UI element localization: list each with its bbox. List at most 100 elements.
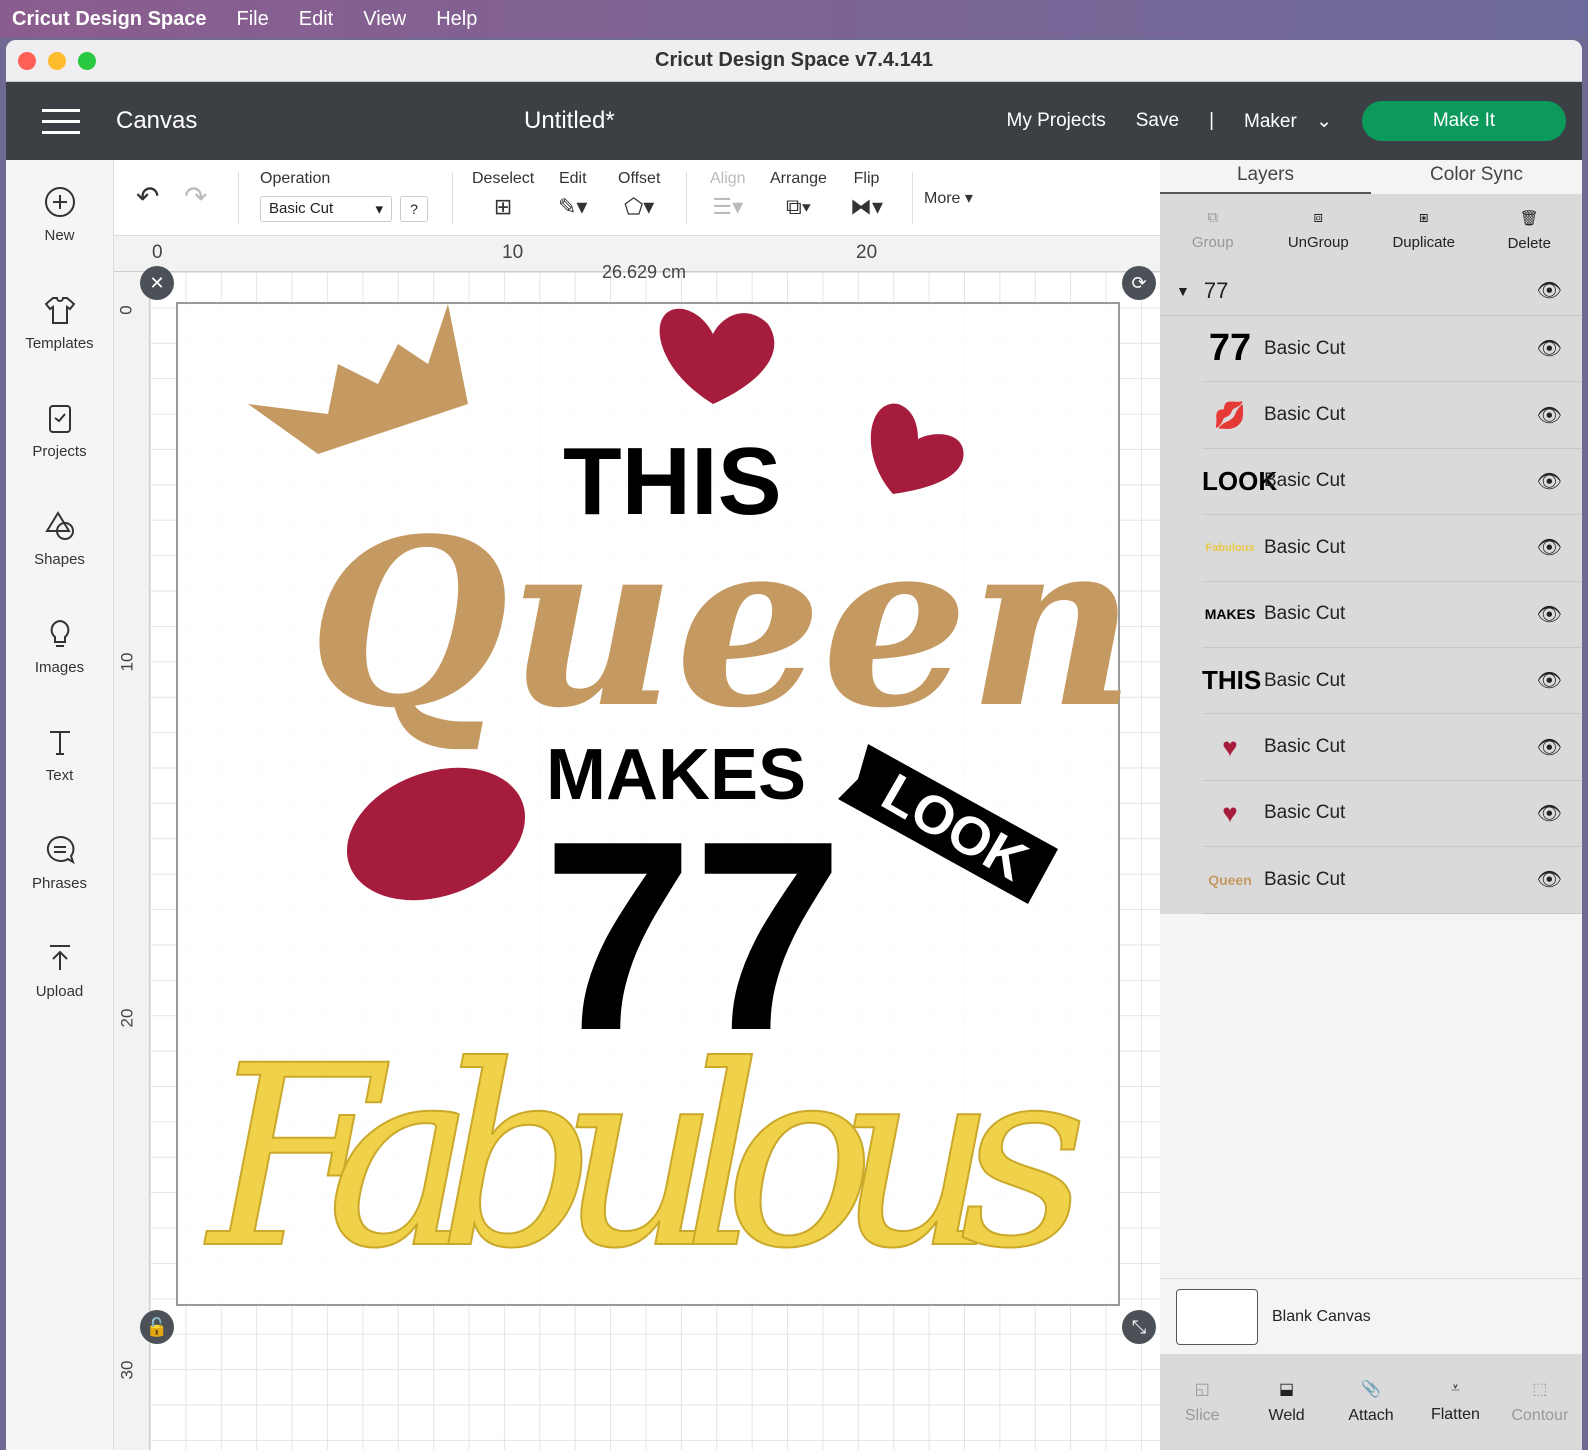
eye-icon[interactable]: 👁 bbox=[1537, 602, 1562, 627]
layer-group[interactable]: ▼ 77 👁 bbox=[1160, 266, 1582, 316]
design-text-fabulous: Fabulous bbox=[204, 1012, 1088, 1303]
attach-label: Attach bbox=[1348, 1407, 1394, 1424]
rotate-handle-icon[interactable]: ⟳ bbox=[1122, 266, 1156, 300]
ruler-tick-label: 0 bbox=[152, 242, 163, 263]
eye-icon[interactable]: 👁 bbox=[1537, 867, 1562, 892]
resize-handle-icon[interactable]: ⤡ bbox=[1122, 1310, 1156, 1344]
eye-icon[interactable]: 👁 bbox=[1537, 336, 1562, 361]
design-text-look: LOOK bbox=[872, 762, 1037, 892]
eye-icon[interactable]: 👁 bbox=[1537, 278, 1562, 303]
layer-row[interactable]: 💋 Basic Cut 👁 bbox=[1202, 382, 1582, 449]
eye-icon[interactable]: 👁 bbox=[1537, 403, 1562, 428]
chevron-down-icon: ⌄ bbox=[1316, 110, 1332, 132]
zoom-window-button[interactable] bbox=[78, 52, 96, 70]
layer-row[interactable]: 77 Basic Cut 👁 bbox=[1202, 316, 1582, 383]
header-divider: | bbox=[1209, 110, 1214, 131]
flip-button[interactable]: Flip ⧓▾ bbox=[850, 170, 883, 220]
app-header: Canvas Untitled* My Projects Save | Make… bbox=[6, 82, 1582, 160]
hamburger-menu-icon[interactable] bbox=[42, 108, 80, 134]
flip-icon: ⧓▾ bbox=[850, 194, 884, 219]
sidebar-item-new[interactable]: New bbox=[6, 160, 113, 268]
app-menu[interactable]: Cricut Design Space bbox=[12, 8, 207, 31]
delete-button[interactable]: 🗑 Delete bbox=[1477, 194, 1583, 266]
menu-help[interactable]: Help bbox=[436, 8, 477, 31]
edit-label: Edit bbox=[558, 170, 587, 187]
layer-row[interactable]: THIS Basic Cut 👁 bbox=[1202, 648, 1582, 715]
group-name: 77 bbox=[1203, 277, 1229, 303]
blank-canvas-swatch[interactable] bbox=[1176, 1288, 1258, 1345]
sidebar-item-shapes[interactable]: Shapes bbox=[6, 484, 113, 592]
deselect-button[interactable]: Deselect ⊞ bbox=[472, 170, 534, 220]
contour-icon: ⬚ bbox=[1532, 1381, 1548, 1398]
align-button[interactable]: Align ☰▾ bbox=[710, 170, 746, 220]
layer-actions: ⧉ Group ⧈ UnGroup ⧆ Duplicate 🗑 Delete bbox=[1160, 194, 1582, 266]
sidebar-item-text[interactable]: Text bbox=[6, 700, 113, 808]
design-artwork: THIS Queen MAKES LOOK 77 Fabulous bbox=[203, 304, 1135, 1304]
sidebar-item-images[interactable]: Images bbox=[6, 592, 113, 700]
close-window-button[interactable] bbox=[18, 52, 36, 70]
save-button[interactable]: Save bbox=[1136, 110, 1179, 132]
layer-thumbnail: ♥ bbox=[1222, 731, 1238, 762]
sidebar-item-templates[interactable]: Templates bbox=[6, 268, 113, 376]
redo-icon[interactable]: ↷ bbox=[184, 180, 207, 213]
selected-design[interactable]: THIS Queen MAKES LOOK 77 Fabulous bbox=[176, 302, 1135, 1306]
layers-panel: Layers Color Sync ⧉ Group ⧈ UnGroup ⧆ Dupli… bbox=[1160, 160, 1582, 1450]
eye-icon[interactable]: 👁 bbox=[1537, 735, 1562, 760]
ungroup-icon: ⧈ bbox=[1313, 209, 1324, 226]
duplicate-button[interactable]: ⧆ Duplicate bbox=[1371, 194, 1477, 266]
attach-button[interactable]: 📎 Attach bbox=[1329, 1354, 1413, 1450]
layer-row[interactable]: Queen Basic Cut 👁 bbox=[1202, 847, 1582, 914]
sidebar-item-upload[interactable]: Upload bbox=[6, 916, 113, 1024]
layer-row[interactable]: ♥ Basic Cut 👁 bbox=[1202, 781, 1582, 848]
edit-button[interactable]: Edit ✎▾ bbox=[558, 170, 587, 220]
document-title[interactable]: Untitled* bbox=[524, 107, 615, 135]
operation-select[interactable]: Basic Cut ▾ bbox=[260, 196, 392, 222]
layer-operation-label: Basic Cut bbox=[1264, 669, 1346, 691]
layer-thumbnail: MAKES bbox=[1204, 606, 1256, 623]
lips-shape bbox=[346, 767, 526, 901]
sidebar-label: Phrases bbox=[31, 874, 88, 892]
slice-button[interactable]: ◱ Slice bbox=[1160, 1354, 1244, 1450]
delete-handle-icon[interactable]: ✕ bbox=[140, 266, 174, 300]
ruler-vertical: 0 10 20 30 bbox=[114, 272, 150, 1450]
ungroup-button[interactable]: ⧈ UnGroup bbox=[1266, 194, 1372, 266]
offset-button[interactable]: Offset ⬠▾ bbox=[618, 170, 660, 220]
arrange-button[interactable]: Arrange ⧉▾ bbox=[770, 170, 827, 220]
slice-label: Slice bbox=[1184, 1407, 1220, 1424]
blank-canvas-row[interactable]: Blank Canvas bbox=[1160, 1278, 1582, 1354]
machine-select[interactable]: Maker ⌄ bbox=[1244, 110, 1332, 133]
group-icon: ⧉ bbox=[1207, 209, 1219, 226]
make-it-button[interactable]: Make It bbox=[1362, 101, 1566, 141]
more-button[interactable]: More ▾ bbox=[924, 188, 973, 208]
contour-button[interactable]: ⬚ Contour bbox=[1498, 1354, 1582, 1450]
operation-value: Basic Cut bbox=[269, 200, 334, 217]
tab-color-sync[interactable]: Color Sync bbox=[1371, 160, 1582, 194]
my-projects-link[interactable]: My Projects bbox=[1007, 110, 1106, 132]
flip-label: Flip bbox=[853, 170, 880, 187]
edit-toolbar: ↶ ↷ Operation Basic Cut ▾ ? Deselect ⊞ Edi… bbox=[114, 160, 1160, 236]
sidebar-label: New bbox=[44, 226, 75, 244]
operation-help-button[interactable]: ? bbox=[400, 196, 428, 222]
weld-button[interactable]: ⬓ Weld bbox=[1244, 1354, 1328, 1450]
eye-icon[interactable]: 👁 bbox=[1537, 535, 1562, 560]
crown-shape bbox=[248, 304, 468, 454]
flatten-button[interactable]: ⩡ Flatten bbox=[1413, 1354, 1497, 1450]
eye-icon[interactable]: 👁 bbox=[1537, 801, 1562, 826]
menu-edit[interactable]: Edit bbox=[299, 8, 333, 31]
menu-view[interactable]: View bbox=[363, 8, 406, 31]
lock-handle-icon[interactable]: 🔓 bbox=[140, 1310, 174, 1344]
menu-file[interactable]: File bbox=[237, 8, 269, 31]
tab-layers[interactable]: Layers bbox=[1160, 160, 1371, 194]
undo-icon[interactable]: ↶ bbox=[136, 180, 159, 213]
eye-icon[interactable]: 👁 bbox=[1537, 668, 1562, 693]
group-button[interactable]: ⧉ Group bbox=[1160, 194, 1266, 266]
layer-row[interactable]: LOOK Basic Cut 👁 bbox=[1202, 449, 1582, 516]
sidebar-item-phrases[interactable]: Phrases bbox=[6, 808, 113, 916]
group-label: Group bbox=[1191, 234, 1234, 251]
layer-row[interactable]: ♥ Basic Cut 👁 bbox=[1202, 714, 1582, 781]
minimize-window-button[interactable] bbox=[48, 52, 66, 70]
layer-row[interactable]: MAKES Basic Cut 👁 bbox=[1202, 582, 1582, 648]
sidebar-item-projects[interactable]: Projects bbox=[6, 376, 113, 484]
eye-icon[interactable]: 👁 bbox=[1537, 469, 1562, 494]
layer-row[interactable]: Fabulous Basic Cut 👁 bbox=[1202, 515, 1582, 582]
